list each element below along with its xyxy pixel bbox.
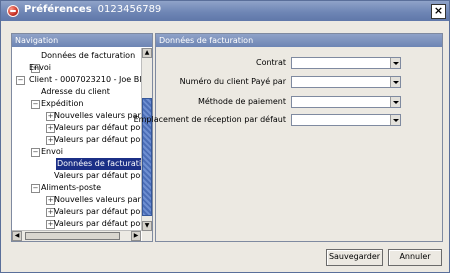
arrow-right-icon: ▶	[133, 232, 139, 239]
tree-item[interactable]: + Valeurs par défaut pour	[12, 122, 141, 134]
navigation-panel: Navigation Données de facturation + Envoi −…	[11, 33, 153, 242]
tree-item-label: Client - 0007023210 - Joe Black	[29, 75, 141, 84]
arrow-up-icon: ▲	[144, 49, 150, 56]
arrow-down-icon: ▼	[144, 222, 150, 229]
tree-item-label: Données de facturation	[41, 51, 136, 60]
navigation-tree: Données de facturation + Envoi − Client - 00…	[12, 48, 141, 231]
contract-row: Contrat	[156, 57, 442, 69]
tree-item-label: Envoi	[29, 63, 51, 72]
navigation-header: Navigation	[12, 34, 152, 47]
tree-item-label: Valeurs par défaut pour	[54, 123, 141, 132]
tree-item[interactable]: + Envoi	[12, 62, 141, 74]
arrow-left-icon: ◀	[14, 232, 20, 239]
collapse-icon[interactable]: −	[16, 76, 25, 85]
payer-number-select[interactable]	[291, 76, 401, 88]
tree-item[interactable]: Données de facturation	[12, 158, 141, 170]
reception-location-row: Emplacement de réception par défaut	[134, 114, 442, 126]
tree-item-label: Nouvelles valeurs par dé	[54, 111, 141, 120]
payment-method-label: Méthode de paiement	[197, 97, 286, 106]
tree-item-label: Valeurs par défaut pour	[54, 207, 141, 216]
title-bar[interactable]: Préférences 0123456789 ×	[1, 1, 449, 21]
tree-item-label: Aliments-poste	[41, 183, 102, 192]
reception-location-label: Emplacement de réception par défaut	[133, 115, 286, 124]
tree-item[interactable]: Valeurs par défaut pour	[12, 170, 141, 182]
contract-select[interactable]	[291, 57, 401, 69]
tree-item-label: Valeurs par défaut pour	[54, 219, 141, 228]
tree-item-label: Valeurs par défaut pour	[54, 171, 141, 180]
tree-item-label: Expédition	[41, 99, 84, 108]
payer-number-label: Numéro du client Payé par	[179, 77, 286, 86]
close-button[interactable]: ×	[431, 4, 446, 19]
close-icon: ×	[433, 4, 444, 17]
collapse-icon[interactable]: −	[31, 184, 40, 193]
detail-panel: Données de facturation Contrat Numéro du…	[134, 33, 443, 242]
tree-item-label: Adresse du client	[41, 87, 110, 96]
tree-item[interactable]: − Aliments-poste	[12, 182, 141, 194]
tree-item[interactable]: + Valeurs par défaut pour	[12, 134, 141, 146]
scroll-down-button[interactable]: ▼	[142, 221, 152, 231]
tree-vertical-scrollbar[interactable]: ▲ ▼	[141, 48, 152, 231]
detail-header: Données de facturation	[156, 34, 442, 47]
chevron-down-icon[interactable]	[390, 77, 400, 87]
tree-item-label: Envoi	[41, 147, 63, 156]
tree-item[interactable]: Données de facturation	[12, 50, 141, 62]
payment-method-row: Méthode de paiement	[156, 96, 442, 108]
scroll-up-button[interactable]: ▲	[142, 48, 152, 58]
preferences-window: Préférences 0123456789 × Navigation Donné…	[0, 0, 450, 273]
app-icon	[7, 5, 19, 17]
window-title: Préférences 0123456789	[24, 4, 162, 15]
tree-item-label: Nouvelles valeurs par dé	[54, 195, 141, 204]
scroll-right-button[interactable]: ▶	[131, 231, 141, 241]
payment-method-select[interactable]	[291, 96, 401, 108]
reception-location-select[interactable]	[291, 114, 401, 126]
tree-item-label: Valeurs par défaut pour	[54, 135, 141, 144]
collapse-icon[interactable]: −	[31, 148, 40, 157]
tree-item[interactable]: +Nouvelles valeurs par dé	[12, 194, 141, 206]
tree-item[interactable]: + Valeurs par défaut pour	[12, 218, 141, 230]
scrollbar-corner	[142, 231, 152, 241]
tree-item[interactable]: − Envoi	[12, 146, 141, 158]
tree-item[interactable]: Adresse du client	[12, 86, 141, 98]
tree-item[interactable]: + Valeurs par défaut pour	[12, 206, 141, 218]
scroll-left-button[interactable]: ◀	[12, 231, 22, 241]
collapse-icon[interactable]: −	[31, 100, 40, 109]
window-subtitle: 0123456789	[97, 4, 162, 15]
tree-item[interactable]: − Expédition	[12, 98, 141, 110]
chevron-down-icon[interactable]	[390, 58, 400, 68]
tree-item[interactable]: +Nouvelles valeurs par dé	[12, 110, 141, 122]
tree-item[interactable]: −Client - 0007023210 - Joe Black	[12, 74, 141, 86]
payer-number-row: Numéro du client Payé par	[156, 76, 442, 88]
cancel-button[interactable]: Annuler	[388, 249, 442, 266]
horizontal-scroll-thumb[interactable]	[25, 232, 120, 240]
tree-item-label: Données de facturation	[56, 158, 141, 170]
contract-label: Contrat	[255, 58, 286, 67]
chevron-down-icon[interactable]	[390, 115, 400, 125]
save-button[interactable]: Sauvegarder	[326, 249, 383, 266]
chevron-down-icon[interactable]	[390, 97, 400, 107]
tree-horizontal-scrollbar[interactable]: ◀ ▶	[12, 230, 141, 241]
